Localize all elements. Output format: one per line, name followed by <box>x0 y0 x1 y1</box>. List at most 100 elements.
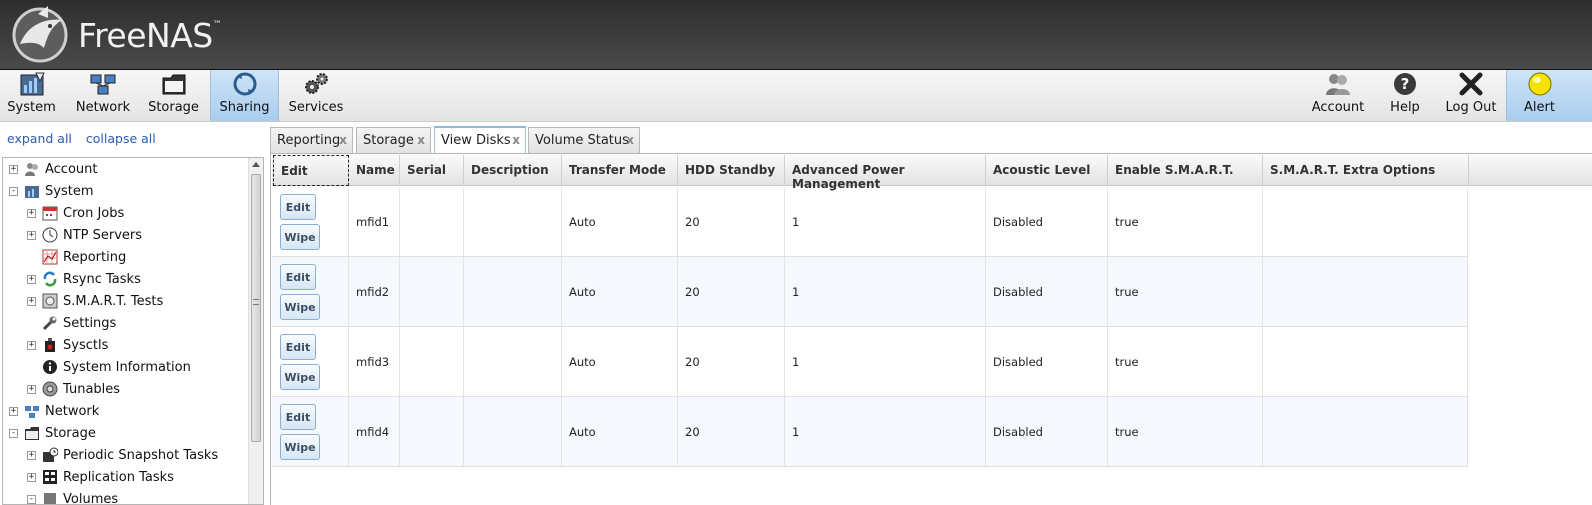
disk-test-icon <box>42 293 58 309</box>
hdd-standby-cell: 20 <box>678 327 785 396</box>
column-header-description[interactable]: Description <box>464 155 562 186</box>
collapse-toggle[interactable]: - <box>9 428 18 438</box>
tab-view-disks[interactable]: View Disks x <box>434 126 526 153</box>
tree-item-settings[interactable]: Settings <box>27 313 116 333</box>
name-cell: mfid3 <box>349 327 400 396</box>
enable-smart-cell: true <box>1108 257 1263 326</box>
freenas-shark-icon <box>12 6 68 63</box>
snapshot-icon <box>43 447 58 462</box>
expand-toggle[interactable]: + <box>27 208 36 218</box>
tree-item-account[interactable]: + Account <box>9 159 98 179</box>
disk-row[interactable]: Edit Wipe mfid2 Auto 20 1 Disabled true <box>272 257 1468 327</box>
freenas-logo[interactable]: FreeNAS™ <box>8 4 222 64</box>
disk-row[interactable]: Edit Wipe mfid3 Auto 20 1 Disabled true <box>272 327 1468 397</box>
close-tab-icon[interactable]: x <box>417 133 425 147</box>
disk-row[interactable]: Edit Wipe mfid1 Auto 20 1 Disabled true <box>272 187 1468 257</box>
column-header-name[interactable]: Name <box>349 155 400 186</box>
toolbar-system-button[interactable]: System <box>0 70 63 121</box>
wipe-disk-button[interactable]: Wipe <box>280 434 320 460</box>
expand-toggle[interactable]: + <box>9 406 18 416</box>
serial-cell <box>400 257 464 326</box>
column-header-advanced-power-management[interactable]: Advanced Power Management <box>785 155 986 191</box>
logout-icon <box>1456 70 1486 98</box>
volumes-icon <box>44 493 56 504</box>
tree-item-sysctls[interactable]: + Sysctls <box>27 335 108 355</box>
close-tab-icon[interactable]: x <box>339 133 347 147</box>
tree-item-network[interactable]: + Network <box>9 401 99 421</box>
tree-item-ntp-servers[interactable]: + NTP Servers <box>27 225 142 245</box>
collapse-toggle[interactable]: - <box>27 494 36 504</box>
tab-reporting[interactable]: Reporting x <box>270 127 353 153</box>
tab-volume-status[interactable]: Volume Status x <box>528 127 640 153</box>
scroll-up-arrow-icon[interactable] <box>252 162 260 167</box>
tab-label: Volume Status <box>535 133 629 148</box>
expand-toggle[interactable]: + <box>27 274 36 284</box>
column-header-edit[interactable]: Edit <box>273 155 349 186</box>
tree-item-system-information[interactable]: System Information <box>27 357 191 377</box>
close-tab-icon[interactable]: x <box>512 133 520 147</box>
description-cell <box>464 257 562 326</box>
expand-toggle[interactable]: + <box>27 472 36 482</box>
tree-item-system[interactable]: - System <box>9 181 93 201</box>
toolbar-services-button[interactable]: Services <box>284 70 348 121</box>
apm-cell: 1 <box>785 257 986 326</box>
column-header-transfer-mode[interactable]: Transfer Mode <box>562 155 678 186</box>
tree-item-storage[interactable]: - Storage <box>9 423 96 443</box>
navigation-tree[interactable]: + Account - System + Cron Jobs + NTP Ser… <box>2 157 264 505</box>
acoustic-level-cell: Disabled <box>986 187 1108 256</box>
edit-disk-button[interactable]: Edit <box>280 404 316 430</box>
transfer-mode-cell: Auto <box>562 187 678 256</box>
tab-label: View Disks <box>441 133 511 148</box>
tree-item-volumes[interactable]: - Volumes <box>27 489 118 504</box>
wipe-disk-button[interactable]: Wipe <box>280 224 320 250</box>
disk-row[interactable]: Edit Wipe mfid4 Auto 20 1 Disabled true <box>272 397 1468 467</box>
scroll-thumb[interactable] <box>251 174 261 442</box>
expand-toggle[interactable]: + <box>27 296 36 306</box>
expand-toggle[interactable]: + <box>9 164 18 174</box>
tree-scrollbar[interactable] <box>248 158 263 504</box>
toolbar-help-label: Help <box>1390 100 1420 115</box>
collapse-all-link[interactable]: collapse all <box>86 131 156 146</box>
toolbar-storage-button[interactable]: Storage <box>142 70 205 121</box>
toolbar-account-button[interactable]: Account <box>1306 70 1370 121</box>
expand-toggle[interactable]: + <box>27 450 36 460</box>
collapse-toggle[interactable]: - <box>9 186 18 196</box>
apm-cell: 1 <box>785 187 986 256</box>
edit-disk-button[interactable]: Edit <box>280 264 316 290</box>
edit-cell: Edit Wipe <box>272 397 349 466</box>
column-header-enable-smart[interactable]: Enable S.M.A.R.T. <box>1108 155 1263 186</box>
toolbar-network-button[interactable]: Network <box>70 70 136 121</box>
toolbar-sharing-button[interactable]: Sharing <box>210 70 279 121</box>
tree-item-label: Account <box>45 161 98 177</box>
tree-item-reporting[interactable]: Reporting <box>27 247 126 267</box>
tree-item-label: Sysctls <box>63 337 109 353</box>
scroll-grip-icon <box>253 299 259 305</box>
tree-item-smart-tests[interactable]: + S.M.A.R.T. Tests <box>27 291 163 311</box>
edit-disk-button[interactable]: Edit <box>280 334 316 360</box>
column-header-smart-extra-options[interactable]: S.M.A.R.T. Extra Options <box>1263 155 1469 186</box>
tab-storage[interactable]: Storage x <box>356 127 431 153</box>
column-header-hdd-standby[interactable]: HDD Standby <box>678 155 785 186</box>
toolbar-logout-button[interactable]: Log Out <box>1441 70 1501 121</box>
wipe-disk-button[interactable]: Wipe <box>280 364 320 390</box>
toolbar-alert-button[interactable]: Alert <box>1506 70 1592 121</box>
tree-item-cron-jobs[interactable]: + Cron Jobs <box>27 203 124 223</box>
wipe-disk-button[interactable]: Wipe <box>280 294 320 320</box>
storage-icon <box>159 70 189 98</box>
column-header-serial[interactable]: Serial <box>400 155 464 186</box>
tab-label: Reporting <box>277 133 341 148</box>
close-tab-icon[interactable]: x <box>626 133 634 147</box>
expand-toggle[interactable]: + <box>27 230 36 240</box>
expand-toggle[interactable]: + <box>27 384 36 394</box>
tree-item-periodic-snapshot-tasks[interactable]: + Periodic Snapshot Tasks <box>27 445 218 465</box>
tree-item-rsync-tasks[interactable]: + Rsync Tasks <box>27 269 141 289</box>
column-header-acoustic-level[interactable]: Acoustic Level <box>986 155 1108 186</box>
expand-toggle[interactable]: + <box>27 340 36 350</box>
expand-all-link[interactable]: expand all <box>7 131 72 146</box>
main-toolbar: System Network Storage Sharing Services … <box>0 70 1592 122</box>
edit-disk-button[interactable]: Edit <box>280 194 316 220</box>
toolbar-help-button[interactable]: ? Help <box>1380 70 1430 121</box>
tree-item-replication-tasks[interactable]: + Replication Tasks <box>27 467 174 487</box>
smart-extra-cell <box>1263 327 1468 396</box>
tree-item-tunables[interactable]: + Tunables <box>27 379 120 399</box>
